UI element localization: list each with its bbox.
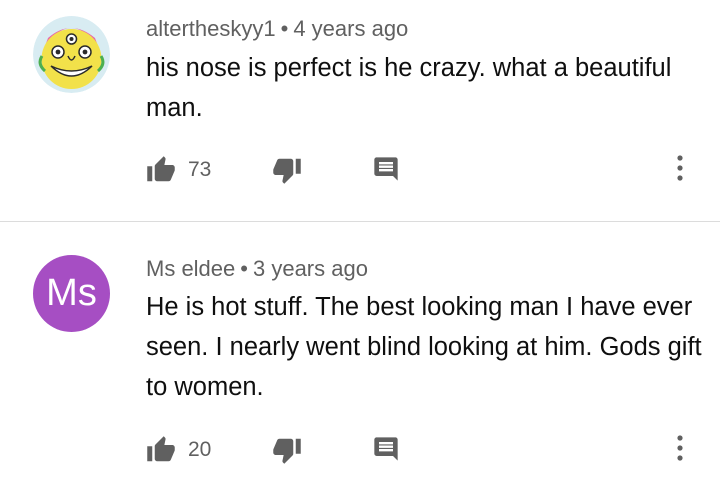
comment-time[interactable]: 3 years ago: [253, 256, 368, 281]
cartoon-face-avatar-icon: [33, 16, 110, 93]
separator-dot: •: [240, 256, 248, 281]
thumbs-up-icon: [147, 156, 175, 182]
comment-actions: 73: [146, 155, 706, 195]
comment-item: altertheskyy1 • 4 years ago his nose is pe…: [0, 0, 720, 221]
comment-actions: 20: [146, 435, 706, 475]
comment-time[interactable]: 4 years ago: [293, 16, 408, 41]
separator-dot: •: [280, 16, 289, 41]
more-options-button[interactable]: [672, 155, 688, 181]
thumbs-down-icon: [273, 158, 301, 184]
comment-item: Ms Ms eldee • 3 years ago He is hot stuff.…: [0, 222, 720, 498]
comment-meta: Ms eldee • 3 years ago: [146, 256, 368, 282]
comment-text: his nose is perfect is he crazy. what a …: [146, 54, 672, 122]
more-vertical-icon: [677, 435, 683, 461]
like-count: 20: [188, 438, 212, 461]
comment-reply-icon: [374, 437, 398, 461]
more-options-button[interactable]: [672, 435, 688, 461]
avatar[interactable]: [33, 16, 110, 93]
author-name[interactable]: Ms eldee: [146, 256, 235, 281]
avatar-initials: Ms: [46, 272, 97, 314]
reply-button[interactable]: [372, 155, 400, 183]
more-vertical-icon: [677, 155, 683, 181]
like-button[interactable]: 20: [146, 435, 211, 465]
avatar[interactable]: Ms: [33, 255, 110, 332]
comment-reply-icon: [374, 157, 398, 181]
comment-meta: altertheskyy1 • 4 years ago: [146, 16, 408, 42]
reply-button[interactable]: [372, 435, 400, 463]
author-name[interactable]: altertheskyy1: [146, 16, 276, 41]
thumbs-down-icon: [273, 438, 301, 464]
dislike-button[interactable]: [272, 155, 302, 185]
thumbs-up-icon: [147, 436, 175, 462]
like-button[interactable]: 73: [146, 155, 211, 185]
dislike-button[interactable]: [272, 435, 302, 465]
comment-text: He is hot stuff. The best looking man I …: [146, 293, 702, 401]
like-count: 73: [188, 158, 212, 181]
